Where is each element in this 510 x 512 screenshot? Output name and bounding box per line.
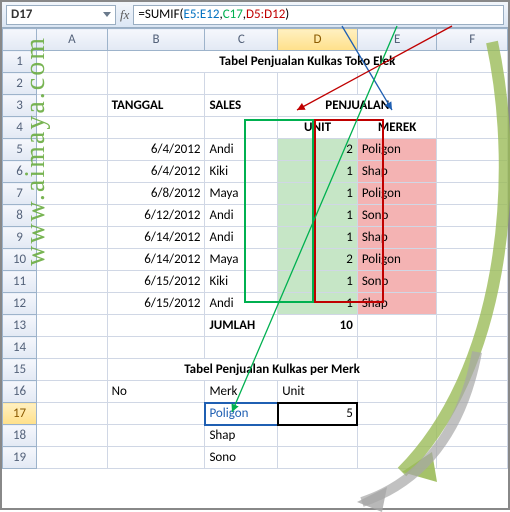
- formula-arg2: C17: [223, 7, 243, 22]
- cell[interactable]: 6/15/2012: [107, 293, 205, 315]
- cell[interactable]: Shap: [357, 293, 437, 315]
- row-1[interactable]: 1: [3, 51, 37, 73]
- formula-bar-row: D17 fx =SUMIF( E5:E12 , C17 , D5:D12 ): [2, 2, 508, 28]
- jumlah-label: JUMLAH: [205, 315, 278, 337]
- cell[interactable]: [278, 447, 358, 469]
- row-12[interactable]: 12: [3, 293, 37, 315]
- hdr2-unit: Unit: [278, 381, 358, 403]
- row-3[interactable]: 3: [3, 95, 37, 117]
- row-5[interactable]: 5: [3, 139, 37, 161]
- cell[interactable]: Sono: [357, 205, 437, 227]
- cell[interactable]: 6/8/2012: [107, 183, 205, 205]
- hdr-tanggal: TANGGAL: [107, 95, 205, 117]
- cell[interactable]: Shap: [205, 425, 278, 447]
- cell[interactable]: Poligon: [357, 183, 437, 205]
- cell[interactable]: 1: [278, 161, 358, 183]
- row-2[interactable]: 2: [3, 73, 37, 95]
- cell[interactable]: 6/12/2012: [107, 205, 205, 227]
- cell[interactable]: Poligon: [357, 249, 437, 271]
- cell[interactable]: 2: [278, 249, 358, 271]
- formula-suffix: ): [285, 7, 289, 22]
- cell[interactable]: 1: [278, 205, 358, 227]
- fx-wrap: fx =SUMIF( E5:E12 , C17 , D5:D12 ): [120, 5, 504, 25]
- cell[interactable]: Sono: [205, 447, 278, 469]
- col-B[interactable]: B: [107, 29, 205, 51]
- name-box-value: D17: [11, 7, 32, 22]
- formula-prefix: =SUMIF(: [138, 7, 183, 22]
- cell[interactable]: Kiki: [205, 271, 278, 293]
- cell[interactable]: Maya: [205, 249, 278, 271]
- formula-bar[interactable]: =SUMIF( E5:E12 , C17 , D5:D12 ): [133, 5, 504, 25]
- cell[interactable]: Andi: [205, 293, 278, 315]
- name-box[interactable]: D17: [6, 5, 116, 25]
- col-E[interactable]: E: [357, 29, 437, 51]
- row-15[interactable]: 15: [3, 359, 37, 381]
- corner-cell[interactable]: [3, 29, 37, 51]
- row-9[interactable]: 9: [3, 227, 37, 249]
- cell[interactable]: Maya: [205, 183, 278, 205]
- col-F[interactable]: F: [437, 29, 508, 51]
- cell[interactable]: Sono: [357, 271, 437, 293]
- cell[interactable]: 6/14/2012: [107, 227, 205, 249]
- col-D[interactable]: D: [278, 29, 358, 51]
- chevron-down-icon[interactable]: [103, 12, 111, 17]
- cell[interactable]: Kiki: [205, 161, 278, 183]
- cell[interactable]: 2: [278, 139, 358, 161]
- row-16[interactable]: 16: [3, 381, 37, 403]
- hdr-unit: UNIT: [278, 117, 358, 139]
- col-C[interactable]: C: [205, 29, 278, 51]
- cell[interactable]: Andi: [205, 139, 278, 161]
- cell[interactable]: Andi: [205, 205, 278, 227]
- cell-c17[interactable]: Poligon: [205, 403, 278, 425]
- col-A[interactable]: A: [37, 29, 108, 51]
- title-2: Tabel Penjualan Kulkas per Merk: [107, 359, 437, 381]
- cell[interactable]: 6/4/2012: [107, 139, 205, 161]
- cell[interactable]: 1: [278, 227, 358, 249]
- row-17[interactable]: 17: [3, 403, 37, 425]
- cell[interactable]: Shap: [357, 227, 437, 249]
- formula-arg3: D5:D12: [246, 7, 285, 22]
- row-14[interactable]: 14: [3, 337, 37, 359]
- hdr2-no: No: [107, 381, 205, 403]
- hdr-sales: SALES: [205, 95, 278, 117]
- row-11[interactable]: 11: [3, 271, 37, 293]
- row-6[interactable]: 6: [3, 161, 37, 183]
- formula-arg1: E5:E12: [183, 7, 219, 22]
- cell[interactable]: 6/14/2012: [107, 249, 205, 271]
- row-4[interactable]: 4: [3, 117, 37, 139]
- cell[interactable]: 6/4/2012: [107, 161, 205, 183]
- cell[interactable]: Andi: [205, 227, 278, 249]
- cell[interactable]: Poligon: [357, 139, 437, 161]
- hdr-penjualan: PENJUALAN: [278, 95, 437, 117]
- hdr2-merk: Merk: [205, 381, 278, 403]
- cell[interactable]: [278, 425, 358, 447]
- row-18[interactable]: 18: [3, 425, 37, 447]
- cell[interactable]: 6/15/2012: [107, 271, 205, 293]
- jumlah-value[interactable]: 10: [278, 315, 358, 337]
- row-8[interactable]: 8: [3, 205, 37, 227]
- row-7[interactable]: 7: [3, 183, 37, 205]
- cell-d17[interactable]: 5: [278, 403, 358, 425]
- cell[interactable]: 1: [278, 271, 358, 293]
- fx-icon[interactable]: fx: [120, 7, 129, 23]
- spreadsheet-grid[interactable]: A B C D E F 1 Tabel Penjualan Kulkas Tok…: [2, 28, 508, 469]
- cell[interactable]: 1: [278, 293, 358, 315]
- row-10[interactable]: 10: [3, 249, 37, 271]
- row-19[interactable]: 19: [3, 447, 37, 469]
- cell[interactable]: 1: [278, 183, 358, 205]
- hdr-merek: MEREK: [357, 117, 437, 139]
- title-1: Tabel Penjualan Kulkas Toko Elek: [107, 51, 507, 73]
- row-13[interactable]: 13: [3, 315, 37, 337]
- cell[interactable]: Shap: [357, 161, 437, 183]
